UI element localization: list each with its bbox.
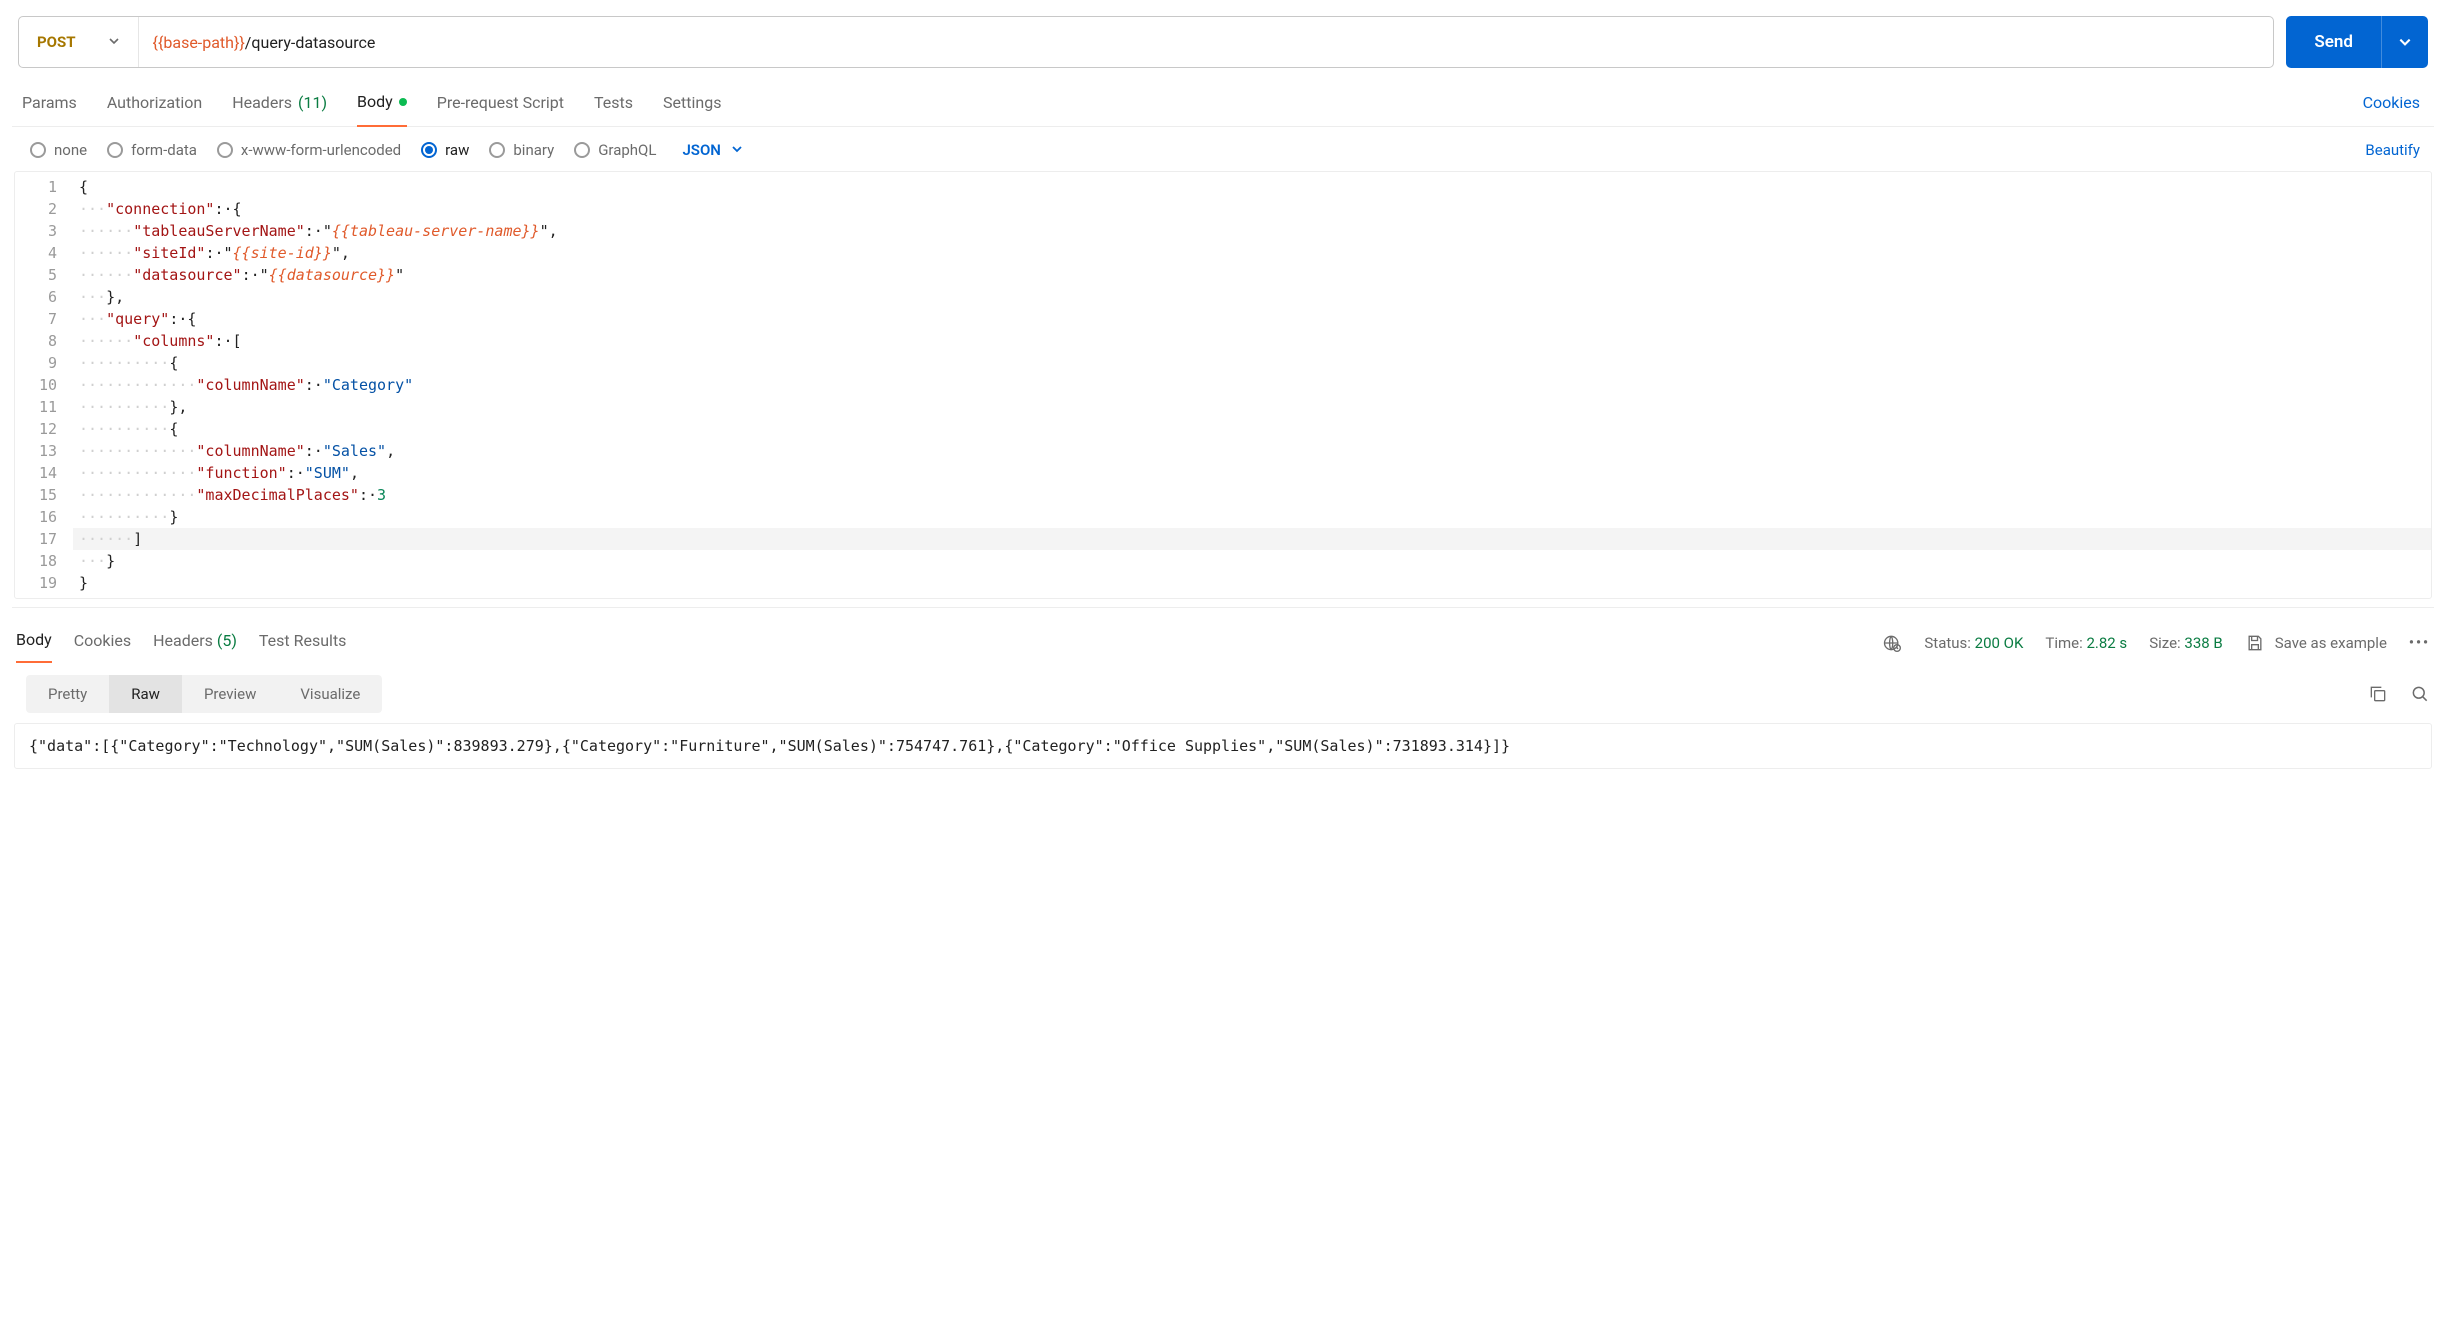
beautify-button[interactable]: Beautify bbox=[2365, 141, 2420, 159]
view-visualize[interactable]: Visualize bbox=[278, 675, 382, 713]
response-body[interactable]: {"data":[{"Category":"Technology","SUM(S… bbox=[14, 723, 2432, 769]
search-icon[interactable] bbox=[2410, 684, 2430, 704]
url-path: /query-datasource bbox=[245, 33, 376, 52]
response-body-text: {"data":[{"Category":"Technology","SUM(S… bbox=[29, 737, 1510, 755]
url-box: POST {{base-path}}/query-datasource bbox=[18, 16, 2274, 68]
response-size: 338 B bbox=[2184, 634, 2222, 652]
view-preview[interactable]: Preview bbox=[182, 675, 278, 713]
resp-tab-body[interactable]: Body bbox=[16, 622, 52, 663]
globe-icon[interactable] bbox=[1882, 633, 1902, 653]
editor-gutter: 12345678910111213141516171819 bbox=[15, 172, 73, 598]
resp-tab-testresults[interactable]: Test Results bbox=[259, 623, 347, 662]
content-type-dropdown[interactable]: JSON bbox=[682, 141, 742, 159]
response-time: 2.82 s bbox=[2086, 634, 2127, 652]
view-pretty[interactable]: Pretty bbox=[26, 675, 109, 713]
view-raw[interactable]: Raw bbox=[109, 675, 182, 713]
request-body-editor[interactable]: 12345678910111213141516171819 {···"conne… bbox=[14, 171, 2432, 599]
method-dropdown[interactable]: POST bbox=[19, 17, 139, 67]
more-icon[interactable]: ••• bbox=[2409, 635, 2430, 651]
save-as-example[interactable]: Save as example bbox=[2245, 633, 2387, 653]
copy-icon[interactable] bbox=[2368, 684, 2388, 704]
headers-count: (11) bbox=[298, 93, 327, 112]
cookies-link[interactable]: Cookies bbox=[2363, 83, 2424, 126]
radio-raw[interactable]: raw bbox=[421, 141, 469, 159]
response-status: Status: 200 OK Time: 2.82 s Size: 338 B bbox=[1924, 634, 2222, 652]
status-code: 200 OK bbox=[1975, 634, 2024, 652]
tab-settings[interactable]: Settings bbox=[663, 83, 721, 126]
tab-authorization[interactable]: Authorization bbox=[107, 83, 202, 126]
tab-tests[interactable]: Tests bbox=[594, 83, 633, 126]
tab-prerequest[interactable]: Pre-request Script bbox=[437, 83, 564, 126]
send-button-label: Send bbox=[2286, 32, 2381, 52]
resp-tab-headers[interactable]: Headers (5) bbox=[153, 623, 237, 662]
modified-dot-icon bbox=[399, 98, 407, 106]
request-tabs: Params Authorization Headers (11) Body P… bbox=[12, 76, 2434, 127]
tab-body[interactable]: Body bbox=[357, 82, 407, 127]
tab-headers[interactable]: Headers (11) bbox=[232, 83, 327, 126]
method-label: POST bbox=[37, 33, 76, 51]
radio-urlencoded[interactable]: x-www-form-urlencoded bbox=[217, 141, 401, 159]
radio-binary[interactable]: binary bbox=[489, 141, 554, 159]
radio-graphql[interactable]: GraphQL bbox=[574, 141, 656, 159]
request-url-row: POST {{base-path}}/query-datasource Send bbox=[12, 0, 2434, 76]
chevron-down-icon bbox=[108, 35, 120, 50]
tab-params[interactable]: Params bbox=[22, 83, 77, 126]
send-button[interactable]: Send bbox=[2286, 16, 2428, 68]
send-dropdown[interactable] bbox=[2381, 16, 2428, 68]
chevron-down-icon bbox=[731, 141, 743, 159]
radio-none[interactable]: none bbox=[30, 141, 87, 159]
save-icon bbox=[2245, 633, 2265, 653]
resp-tab-cookies[interactable]: Cookies bbox=[74, 623, 131, 662]
view-mode-segment: Pretty Raw Preview Visualize bbox=[26, 675, 382, 713]
radio-formdata[interactable]: form-data bbox=[107, 141, 197, 159]
url-input[interactable]: {{base-path}}/query-datasource bbox=[139, 17, 2274, 67]
url-variable: {{base-path}} bbox=[153, 33, 245, 52]
resp-headers-count: (5) bbox=[217, 631, 237, 650]
response-tabs: Body Cookies Headers (5) Test Results St… bbox=[12, 607, 2434, 663]
editor-code[interactable]: {···"connection":·{······"tableauServerN… bbox=[73, 172, 2431, 598]
body-type-row: none form-data x-www-form-urlencoded raw… bbox=[12, 127, 2434, 171]
response-view-row: Pretty Raw Preview Visualize bbox=[12, 663, 2434, 723]
